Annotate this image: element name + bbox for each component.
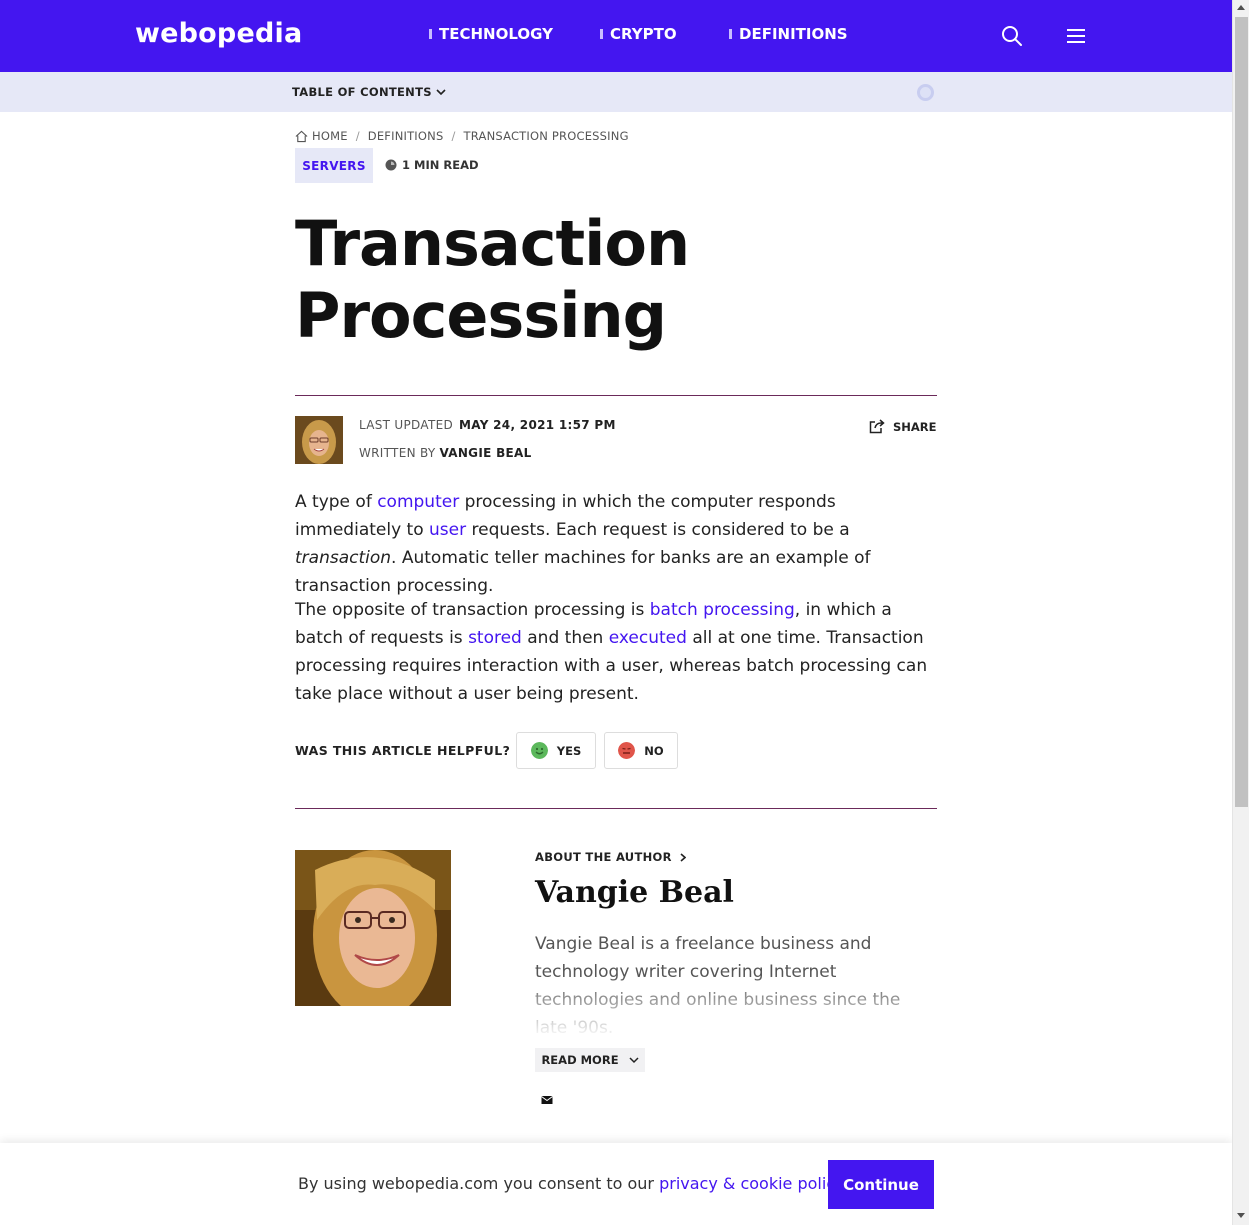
breadcrumb-current: TRANSACTION PROCESSING [463,129,629,143]
link-executed[interactable]: executed [609,628,687,648]
breadcrumb-separator: / [355,129,360,143]
nav-label: DEFINITIONS [739,25,848,43]
vote-no-button[interactable]: NO [604,732,678,769]
toc-label: TABLE OF CONTENTS [292,85,432,99]
breadcrumb-home-label: HOME [312,129,348,143]
email-icon[interactable] [541,1095,553,1105]
share-icon [869,419,885,434]
page-title-line: Processing [295,279,667,352]
article-paragraph: A type of computer processing in which t… [295,488,940,600]
toc-toggle[interactable]: TABLE OF CONTENTS [292,85,446,99]
link-computer[interactable]: computer [377,492,459,512]
scroll-up-arrow-icon[interactable] [1237,5,1245,10]
text: The opposite of transaction processing i… [295,600,650,620]
scrollbar-thumb[interactable] [1235,17,1248,807]
site-logo[interactable]: webopedia [135,18,302,49]
written-by: WRITTEN BY VANGIE BEAL [359,446,532,460]
author-portrait [295,850,451,1006]
site-header: webopedia TECHNOLOGY CRYPTO DEFINITIONS [0,0,1232,72]
divider [295,808,937,809]
chevron-down-icon [629,1056,639,1063]
nav-label: TECHNOLOGY [439,25,553,43]
scrollbar[interactable] [1232,0,1249,1225]
read-more-label: READ MORE [541,1053,619,1067]
link-batch-processing[interactable]: batch processing [650,600,795,620]
vote-no-label: NO [644,743,664,758]
bio-fade-overlay [535,975,935,1035]
nav-technology[interactable]: TECHNOLOGY [429,25,553,43]
vote-yes-button[interactable]: YES [516,732,596,769]
breadcrumb: HOME / DEFINITIONS / TRANSACTION PROCESS… [295,129,629,143]
cookie-continue-button[interactable]: Continue [828,1160,934,1209]
written-by-label: WRITTEN BY [359,446,436,460]
author-photo [295,416,343,464]
share-label: SHARE [893,419,937,434]
unhappy-face-icon [618,742,636,759]
nav-definitions[interactable]: DEFINITIONS [729,25,848,43]
scroll-down-arrow-icon[interactable] [1237,1213,1245,1218]
page-title-line: Transaction [295,207,690,280]
nav-label: CRYPTO [610,25,677,43]
page-title: Transaction Processing [295,208,935,352]
happy-face-icon [530,742,548,759]
text: and then [521,628,609,648]
nav-marker [429,29,432,39]
cookie-banner: By using webopedia.com you consent to ou… [0,1143,1232,1225]
read-more-button[interactable]: READ MORE [535,1048,645,1072]
read-time: 1 MIN READ [385,158,479,172]
text: A type of [295,492,378,512]
search-icon[interactable] [1000,24,1024,48]
about-author-link[interactable]: ABOUT THE AUTHOR [535,850,686,864]
nav-marker [600,29,603,39]
article-paragraph: The opposite of transaction processing i… [295,596,940,708]
toc-bar: TABLE OF CONTENTS [0,72,1232,112]
breadcrumb-definitions[interactable]: DEFINITIONS [368,129,444,143]
breadcrumb-home[interactable]: HOME [295,129,348,143]
about-author-label: ABOUT THE AUTHOR [535,850,672,864]
reading-progress-indicator [917,84,934,101]
category-tag[interactable]: SERVERS [295,148,373,183]
author-avatar[interactable] [295,416,343,464]
last-updated-label: LAST UPDATED [359,418,454,432]
link-stored[interactable]: stored [468,628,522,648]
divider [295,395,937,396]
helpful-question: WAS THIS ARTICLE HELPFUL? [295,743,511,758]
nav-marker [729,29,732,39]
home-icon [295,130,308,142]
text: requests. Each request is considered to … [466,520,850,540]
chevron-right-icon [680,852,686,862]
menu-icon[interactable] [1064,24,1088,48]
author-link[interactable]: VANGIE BEAL [439,446,531,460]
share-button[interactable]: SHARE [869,419,937,434]
privacy-policy-link[interactable]: privacy & cookie policy [659,1174,842,1193]
last-updated-value: MAY 24, 2021 1:57 PM [459,418,616,432]
breadcrumb-separator: / [451,129,456,143]
read-time-label: 1 MIN READ [402,158,479,172]
clock-icon [385,159,397,171]
vote-yes-label: YES [556,743,582,758]
cookie-message: By using webopedia.com you consent to ou… [298,1174,847,1193]
last-updated: LAST UPDATED MAY 24, 2021 1:57 PM [359,418,616,432]
cookie-text: By using webopedia.com you consent to ou… [298,1174,660,1193]
author-bio-photo [295,850,451,1006]
chevron-down-icon [436,89,446,96]
nav-crypto[interactable]: CRYPTO [600,25,677,43]
link-user[interactable]: user [429,520,466,540]
author-name: Vangie Beal [535,875,734,910]
emphasis-term: transaction [295,548,392,568]
